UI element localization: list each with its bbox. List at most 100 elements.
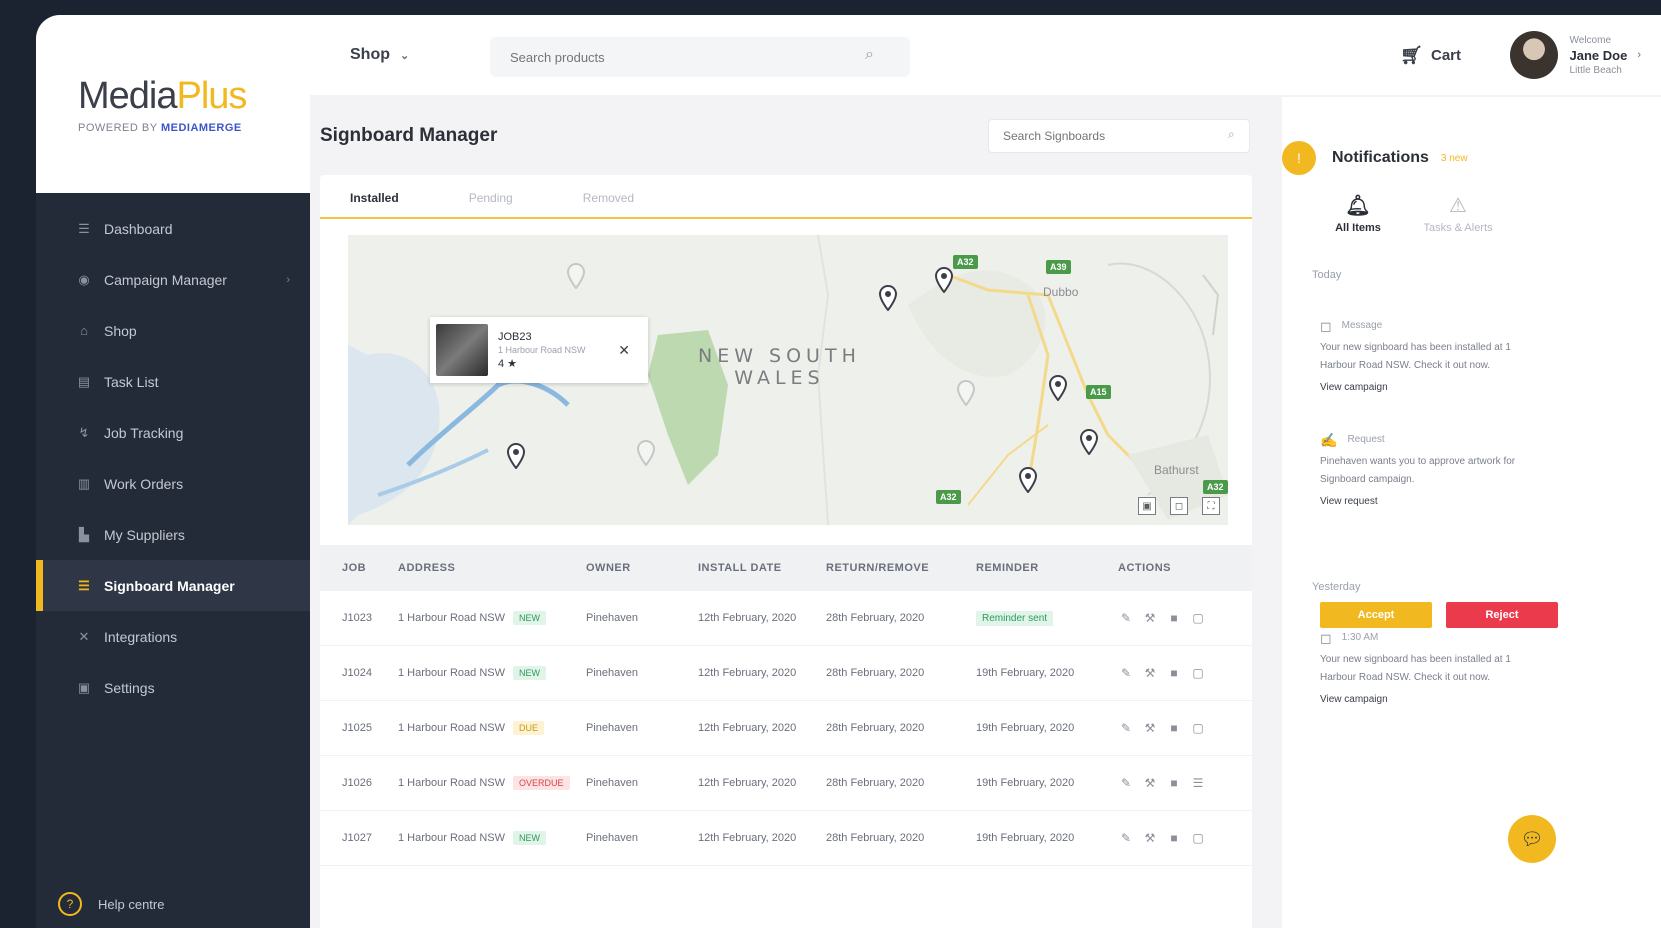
delete-icon[interactable]: ■ [1166, 720, 1182, 736]
logo[interactable]: MediaPlus POWERED BY MEDIAMERGE [36, 15, 310, 193]
chevron-down-icon: ⌄ [400, 49, 410, 62]
sidebar-item-integrations[interactable]: ✕ Integrations [36, 611, 310, 662]
cart-button[interactable]: 🛒︎ Cart [1400, 45, 1461, 66]
user-greeting: Welcome [1569, 34, 1612, 46]
chat-icon: 💬︎ [1520, 828, 1544, 849]
delete-icon[interactable]: ■ [1166, 830, 1182, 846]
search-icon[interactable]: ⌕ [865, 46, 874, 64]
map-popup[interactable]: JOB23 1 Harbour Road NSW 4 ★ ✕ [430, 317, 648, 383]
alert-icon: ⚠︎ [1449, 195, 1467, 217]
view-campaign-link[interactable]: View campaign [1320, 379, 1530, 397]
task-icon: ▤ [77, 373, 91, 389]
edit-icon[interactable]: ✎ [1118, 720, 1134, 736]
wrench-icon[interactable]: ⚒ [1142, 775, 1158, 791]
road-badge: A39 [1046, 260, 1071, 274]
map-fullscreen-button[interactable]: ⛶ [1202, 497, 1220, 515]
help-centre-link[interactable]: ? Help centre [58, 892, 164, 916]
map-pin-icon[interactable] [506, 443, 526, 469]
sidebar-item-my-suppliers[interactable]: ▙ My Suppliers [36, 509, 310, 560]
map-town-label: Bathurst [1154, 463, 1199, 477]
notifications-count[interactable]: 3 new [1441, 153, 1468, 164]
view-request-link[interactable]: View request [1320, 493, 1530, 511]
tab-pending[interactable]: Pending [469, 191, 543, 217]
map-pin-icon[interactable] [1048, 375, 1068, 401]
notification-item[interactable]: ◻ Message Your new signboard has been ins… [1320, 317, 1530, 397]
delete-icon[interactable]: ■ [1166, 610, 1182, 626]
menu-icon: ☰ [78, 220, 90, 236]
wrench-icon[interactable]: ⚒ [1142, 830, 1158, 846]
map-pin-icon[interactable] [878, 285, 898, 311]
delete-icon[interactable]: ■ [1166, 665, 1182, 681]
sidebar-item-work-orders[interactable]: ▥ Work Orders [36, 458, 310, 509]
table-row[interactable]: J1023 1 Harbour Road NSW NEW Pinehaven 12… [320, 591, 1252, 646]
sidebar-item-settings[interactable]: ▣ Settings [36, 662, 310, 713]
sidebar: MediaPlus POWERED BY MEDIAMERGE ☰ Dashboa… [36, 15, 310, 928]
user-menu[interactable]: Welcome Jane Doe Little Beach › [1509, 31, 1641, 79]
map-view-button[interactable]: ◻ [1170, 497, 1188, 515]
app-window: MediaPlus POWERED BY MEDIAMERGE ☰ Dashboa… [36, 15, 1661, 928]
signboard-search-input[interactable] [988, 119, 1250, 153]
tab-removed[interactable]: Removed [583, 191, 664, 217]
page-title: Signboard Manager [320, 125, 498, 146]
map-pin-icon [566, 263, 586, 289]
signboard-map[interactable]: NEW SOUTH WALES Dubbo Bathurst A32 A39 A1… [348, 235, 1228, 525]
road-badge: A32 [936, 490, 961, 504]
map-pin-icon [956, 380, 976, 406]
status-badge: OVERDUE [513, 776, 570, 790]
sidebar-item-shop[interactable]: ⌂ Shop [36, 305, 310, 356]
list-icon[interactable]: ☰ [1190, 775, 1206, 791]
road-badge: A32 [953, 255, 978, 269]
wrench-icon[interactable]: ⚒ [1142, 610, 1158, 626]
table-row[interactable]: J1027 1 Harbour Road NSW NEW Pinehaven 12… [320, 811, 1252, 866]
chevron-right-icon: › [286, 273, 290, 286]
status-badge: NEW [513, 666, 546, 680]
calendar-icon[interactable]: ▢ [1190, 720, 1206, 736]
user-name: Jane Doe [1569, 47, 1628, 63]
sidebar-item-task-list[interactable]: ▤ Task List [36, 356, 310, 407]
notifications-title: Notifications [1332, 149, 1429, 166]
product-search-input[interactable] [490, 37, 910, 77]
table-row[interactable]: J1025 1 Harbour Road NSW DUE Pinehaven 12… [320, 701, 1252, 756]
notification-item[interactable]: ✍ Request Pinehaven wants you to approve … [1320, 431, 1530, 511]
wrench-icon[interactable]: ⚒ [1142, 720, 1158, 736]
status-badge: NEW [513, 831, 546, 845]
cart-icon: 🛒︎ [1400, 45, 1423, 65]
tab-all-items[interactable]: 🔔︎ All Items [1318, 193, 1398, 234]
table-row[interactable]: J1026 1 Harbour Road NSW OVERDUE Pinehave… [320, 756, 1252, 811]
popup-subtitle: 1 Harbour Road NSW [498, 344, 586, 355]
sidebar-item-job-tracking[interactable]: ↯ Job Tracking [36, 407, 310, 458]
map-pin-icon[interactable] [1018, 467, 1038, 493]
map-town-label: Dubbo [1043, 285, 1079, 299]
close-icon[interactable]: ✕ [618, 342, 630, 359]
sidebar-item-dashboard[interactable]: ☰ Dashboard [36, 203, 310, 254]
notification-bell-icon[interactable]: ! [1282, 141, 1316, 175]
tab-installed[interactable]: Installed [350, 191, 429, 217]
avatar [1509, 31, 1558, 79]
chat-button[interactable]: 💬︎ [1508, 815, 1556, 863]
search-icon[interactable]: ⌕ [1228, 127, 1235, 142]
accept-button[interactable]: Accept [1320, 602, 1432, 628]
map-pin-icon[interactable] [934, 267, 954, 293]
shop-dropdown[interactable]: Shop ⌄ [350, 46, 409, 64]
sidebar-item-signboard-manager[interactable]: ☰ Signboard Manager [36, 560, 310, 611]
wrench-icon[interactable]: ⚒ [1142, 665, 1158, 681]
edit-icon[interactable]: ✎ [1118, 610, 1134, 626]
reject-button[interactable]: Reject [1446, 602, 1558, 628]
sidebar-item-campaign-manager[interactable]: ◉ Campaign Manager › [36, 254, 310, 305]
edit-icon[interactable]: ✎ [1118, 775, 1134, 791]
notifications-panel: ! Notifications 3 new 🔔︎ All Items ⚠︎ Task… [1282, 97, 1661, 928]
calendar-icon[interactable]: ▢ [1190, 830, 1206, 846]
map-pin-icon[interactable] [1079, 429, 1099, 455]
delete-icon[interactable]: ■ [1166, 775, 1182, 791]
table-row[interactable]: J1024 1 Harbour Road NSW NEW Pinehaven 12… [320, 646, 1252, 701]
map-layers-button[interactable]: ▣ [1138, 497, 1156, 515]
calendar-icon[interactable]: ▢ [1190, 665, 1206, 681]
edit-icon[interactable]: ✎ [1118, 665, 1134, 681]
integrations-icon: ✕ [78, 628, 90, 644]
edit-icon[interactable]: ✎ [1118, 830, 1134, 846]
notification-item[interactable]: ◻ 1:30 AM Your new signboard has been ins… [1320, 629, 1530, 709]
notifications-tabs: 🔔︎ All Items ⚠︎ Tasks & Alerts [1318, 193, 1498, 234]
tab-tasks-alerts[interactable]: ⚠︎ Tasks & Alerts [1418, 193, 1498, 234]
calendar-icon[interactable]: ▢ [1190, 610, 1206, 626]
view-campaign-link[interactable]: View campaign [1320, 691, 1530, 709]
